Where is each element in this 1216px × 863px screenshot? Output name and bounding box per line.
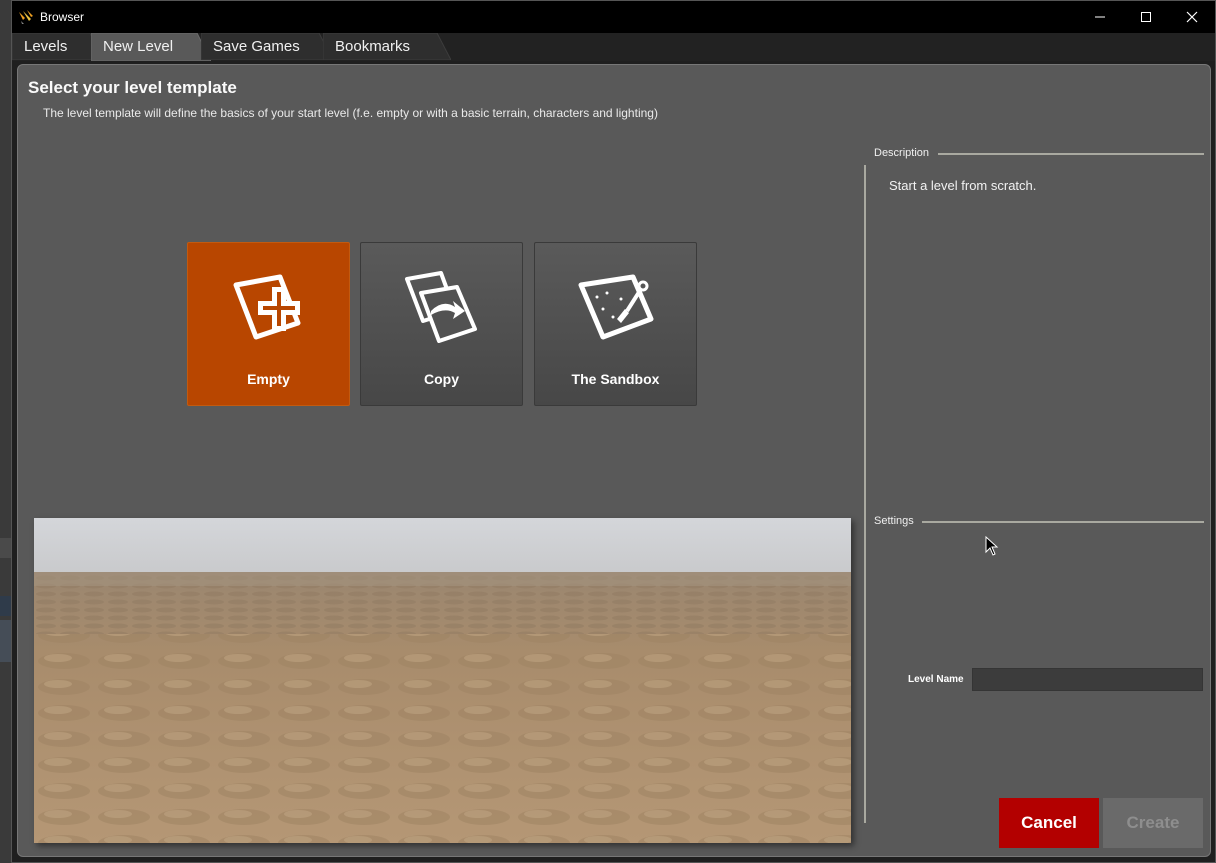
desert-terrain-preview: [34, 518, 851, 843]
description-text: Start a level from scratch.: [889, 178, 1037, 193]
mouse-cursor-icon: [985, 536, 999, 556]
template-label: Copy: [424, 371, 459, 387]
new-level-panel: Select your level template The level tem…: [17, 64, 1211, 857]
tab-bookmarks[interactable]: Bookmarks: [323, 33, 451, 60]
tab-levels[interactable]: Levels: [12, 33, 102, 60]
tab-label: Bookmarks: [335, 38, 411, 55]
browser-window: Browser Levels New Level Save Games Book…: [11, 0, 1216, 863]
page-title: Select your level template: [28, 78, 237, 97]
page-subtitle: The level template will define the basic…: [43, 106, 658, 120]
right-column-divider: [864, 165, 866, 823]
copy-level-icon: [405, 271, 477, 343]
tab-new-level[interactable]: New Level: [91, 33, 211, 61]
minimize-icon: [1095, 16, 1105, 18]
create-button[interactable]: Create: [1103, 798, 1203, 848]
tab-save-games[interactable]: Save Games: [201, 33, 333, 60]
maximize-button[interactable]: [1123, 1, 1169, 33]
close-button[interactable]: [1169, 1, 1215, 33]
level-name-input[interactable]: [972, 668, 1203, 691]
window-controls: [1077, 1, 1215, 33]
close-icon: [1186, 11, 1198, 23]
template-empty-tile[interactable]: Empty: [187, 242, 350, 406]
sandbox-shovel-icon: [578, 274, 654, 340]
template-preview-image: [34, 518, 851, 843]
minimize-button[interactable]: [1077, 1, 1123, 33]
template-copy-tile[interactable]: Copy: [360, 242, 523, 406]
template-label: The Sandbox: [571, 371, 660, 387]
tab-bar: Levels New Level Save Games Bookmarks: [12, 33, 1215, 61]
tab-label: New Level: [103, 38, 174, 55]
new-level-plus-icon: [233, 274, 301, 340]
template-label: Empty: [247, 371, 290, 387]
template-sandbox-tile[interactable]: The Sandbox: [534, 242, 697, 406]
settings-group-rule: [922, 521, 1204, 523]
tab-label: Save Games: [213, 38, 300, 55]
title-bar[interactable]: Browser: [12, 1, 1215, 33]
description-group-rule: [938, 153, 1204, 155]
tab-label: Levels: [24, 38, 68, 55]
level-name-label: Level Name: [908, 674, 964, 685]
maximize-icon: [1141, 12, 1151, 22]
app-logo-icon: [19, 10, 33, 24]
description-group-title: Description: [874, 147, 930, 159]
window-title: Browser: [40, 10, 85, 24]
cancel-button[interactable]: Cancel: [999, 798, 1099, 848]
settings-group-title: Settings: [874, 515, 914, 527]
